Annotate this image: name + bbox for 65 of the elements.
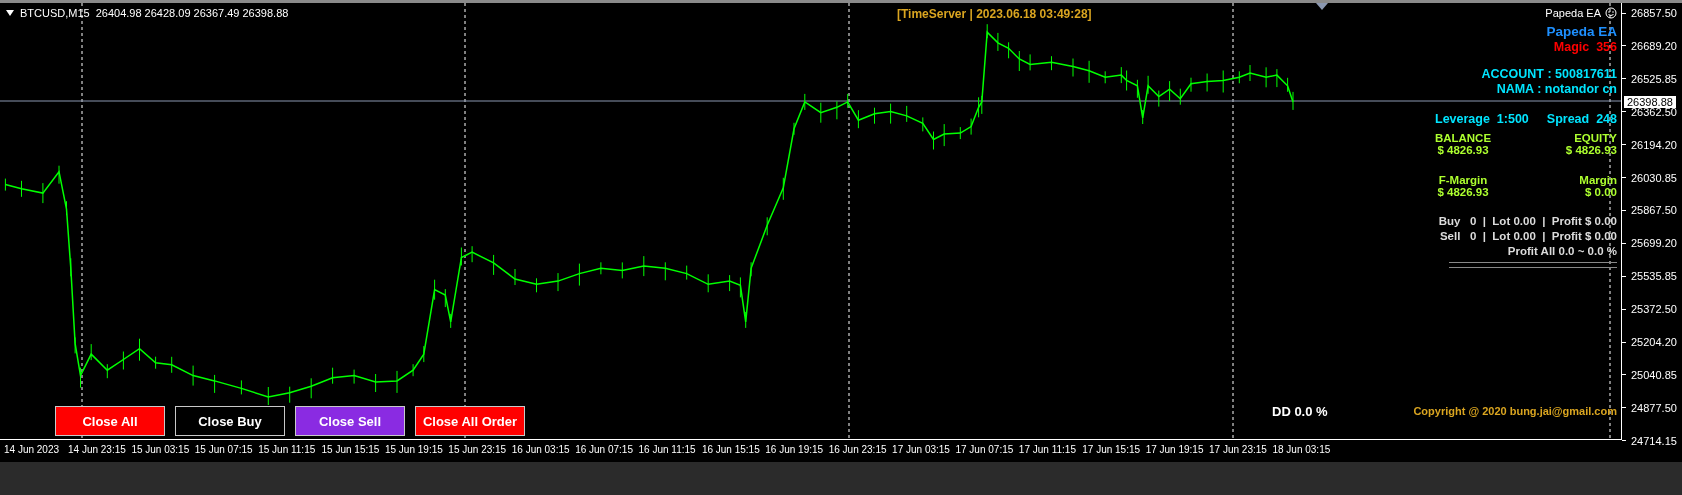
time-label: 15 Jun 11:15	[258, 444, 316, 455]
copyright-text: Copyright @ 2020 bung.jai@gmail.com	[1413, 405, 1617, 417]
price-label: 26689.20	[1631, 39, 1677, 52]
price-label: 26194.20	[1631, 138, 1677, 151]
buy-summary: Buy 0 | Lot 0.00 | Profit $ 0.00	[1438, 215, 1617, 227]
stat-label: Margin	[1578, 174, 1617, 186]
time-label: 15 Jun 03:15	[131, 444, 190, 455]
dropdown-caret-icon[interactable]	[6, 10, 14, 16]
time-label: 16 Jun 03:15	[511, 444, 570, 455]
account-label: ACCOUNT : 500817611	[1481, 67, 1617, 81]
time-label: 17 Jun 19:15	[1145, 444, 1204, 455]
current-price-label: 26398.88	[1624, 96, 1676, 108]
price-label: 26030.85	[1631, 171, 1677, 184]
profit-all-label: Profit All 0.0 ~ 0.0 %	[1507, 245, 1617, 257]
price-label: 25699.20	[1631, 237, 1677, 250]
price-label: 24877.50	[1631, 401, 1677, 414]
time-label: 16 Jun 11:15	[638, 444, 696, 455]
price-label: 25372.50	[1631, 303, 1677, 316]
time-label: 16 Jun 07:15	[575, 444, 633, 455]
time-label: 15 Jun 19:15	[384, 444, 443, 455]
time-label: 16 Jun 23:15	[828, 444, 887, 455]
time-label: 16 Jun 15:15	[701, 444, 760, 455]
time-label: 15 Jun 07:15	[194, 444, 253, 455]
price-label: 25204.20	[1631, 336, 1677, 348]
time-label: 17 Jun 15:15	[1082, 444, 1141, 455]
price-label: 26525.85	[1631, 72, 1677, 85]
name-label: NAMA : notandor cn	[1496, 82, 1617, 96]
time-label: 18 Jun 03:15	[1272, 444, 1331, 455]
spread-label: Spread 248	[1546, 112, 1617, 126]
stat-value: $ 4826.93	[1564, 144, 1617, 156]
symbol-label: BTCUSD,M15	[20, 7, 90, 19]
time-label: 15 Jun 23:15	[448, 444, 507, 455]
time-label: 16 Jun 19:15	[765, 444, 824, 455]
stat-value: $ 4826.93	[1436, 186, 1490, 198]
time-label: 17 Jun 11:15	[1018, 444, 1076, 455]
stat-label: F-Margin	[1437, 174, 1489, 186]
time-label: 14 Jun 2023	[4, 444, 60, 455]
close-button[interactable]: Close Sell	[295, 406, 405, 436]
stat-value: $ 0.00	[1584, 186, 1617, 198]
price-label: 26362.50	[1631, 105, 1677, 118]
stat-value: $ 4826.93	[1436, 144, 1490, 156]
indicator-label: Papeda EA	[1545, 7, 1601, 19]
smiley-icon[interactable]	[1605, 7, 1617, 19]
magic-number: Magic 356	[1553, 40, 1617, 54]
time-server-label: [TimeServer | 2023.06.18 03:49:28]	[897, 7, 1092, 21]
time-label: 15 Jun 15:15	[321, 444, 380, 455]
time-label: 14 Jun 23:15	[68, 444, 126, 455]
ohlc-values: 26404.98 26428.09 26367.49 26398.88	[95, 7, 289, 19]
price-label: 25040.85	[1631, 368, 1677, 381]
ea-title: Papeda EA	[1546, 24, 1617, 39]
close-button[interactable]: Close All	[55, 406, 165, 436]
price-label: 26857.50	[1631, 7, 1677, 19]
price-label: 25535.85	[1631, 270, 1677, 283]
sell-summary: Sell 0 | Lot 0.00 | Profit $ 0.00	[1439, 230, 1617, 242]
time-label: 17 Jun 03:15	[892, 444, 950, 455]
time-label: 17 Jun 23:15	[1209, 444, 1267, 455]
stat-label: BALANCE	[1433, 132, 1493, 144]
close-button[interactable]: Close All Order	[415, 406, 525, 436]
close-button[interactable]: Close Buy	[175, 406, 285, 436]
drawdown-label: DD 0.0 %	[1272, 404, 1328, 419]
time-label: 17 Jun 07:15	[955, 444, 1014, 455]
leverage-label: Leverage 1:500	[1435, 112, 1529, 126]
price-label: 25867.50	[1631, 204, 1677, 217]
stat-label: EQUITY	[1573, 132, 1617, 144]
price-label: 24714.15	[1631, 434, 1677, 447]
